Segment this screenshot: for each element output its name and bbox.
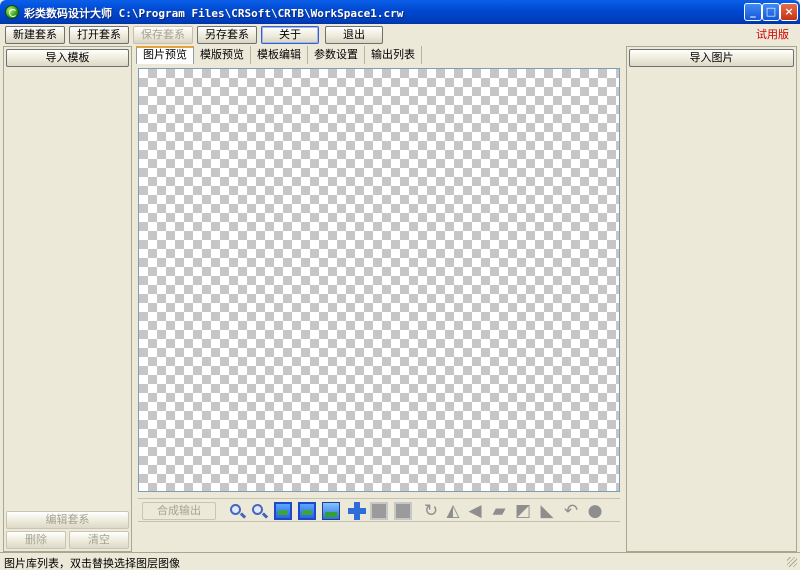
- tab-strip: 图片预览 模版预览 模板编辑 参数设置 输出列表: [136, 46, 422, 64]
- undo-icon[interactable]: ↶: [562, 502, 580, 520]
- import-image-button[interactable]: 导入图片: [629, 49, 794, 67]
- new-set-button[interactable]: 新建套系: [5, 26, 65, 44]
- tab-parameter-settings[interactable]: 参数设置: [308, 46, 365, 64]
- layer-properties-area: [138, 524, 620, 550]
- perspective-icon[interactable]: ◣: [538, 502, 556, 520]
- delete-template-button[interactable]: 删除: [6, 531, 66, 549]
- transparency-checkerboard: [139, 69, 619, 491]
- image-panel: 导入图片: [626, 46, 797, 552]
- actual-size-icon[interactable]: [322, 502, 340, 520]
- flip-vertical-icon[interactable]: ◀: [466, 502, 484, 520]
- save-set-button[interactable]: 保存套系: [133, 26, 193, 44]
- tab-template-preview[interactable]: 模版预览: [194, 46, 251, 64]
- window-title: 彩类数码设计大师 C:\Program Files\CRSoft\CRTB\Wo…: [24, 7, 404, 20]
- trial-badge: 试用版: [756, 28, 789, 41]
- tab-image-preview[interactable]: 图片预览: [136, 46, 194, 64]
- preview-toolbar: 合成输出 ↻ ◭ ◀ ▰ ◩ ◣ ↶ ●: [138, 498, 620, 522]
- skew-icon[interactable]: ◩: [514, 502, 532, 520]
- workspace: 图片预览 模版预览 模板编辑 参数设置 输出列表 合成输出 ↻ ◭ ◀ ▰ ◩ …: [134, 46, 624, 552]
- save-as-set-button[interactable]: 另存套系: [197, 26, 257, 44]
- preview-canvas[interactable]: [138, 68, 620, 492]
- maximize-button[interactable]: □: [762, 3, 780, 21]
- app-logo-icon: [5, 5, 19, 19]
- tab-template-edit[interactable]: 模板编辑: [251, 46, 308, 64]
- image-library-list[interactable]: [629, 71, 794, 549]
- layer-back-icon[interactable]: [394, 502, 412, 520]
- fit-window-icon[interactable]: [274, 502, 292, 520]
- compose-output-button[interactable]: 合成输出: [142, 502, 216, 520]
- layer-front-icon[interactable]: [370, 502, 388, 520]
- close-button[interactable]: ×: [780, 3, 798, 21]
- clear-templates-button[interactable]: 清空: [69, 531, 129, 549]
- move-icon[interactable]: [348, 502, 366, 520]
- status-text: 图片库列表，双击替换选择图层图像: [4, 557, 180, 570]
- warp-icon[interactable]: ▰: [490, 502, 508, 520]
- circle-mask-icon[interactable]: ●: [586, 502, 604, 520]
- import-template-button[interactable]: 导入模板: [6, 49, 129, 67]
- status-bar: 图片库列表，双击替换选择图层图像: [0, 552, 800, 570]
- edit-set-button[interactable]: 编辑套系: [6, 511, 129, 529]
- zoom-in-icon[interactable]: [230, 504, 241, 515]
- template-panel: 导入模板 编辑套系 删除 清空: [3, 46, 132, 552]
- minimize-button[interactable]: _: [744, 3, 762, 21]
- flip-horizontal-icon[interactable]: ◭: [444, 502, 462, 520]
- resize-grip[interactable]: [787, 557, 797, 567]
- open-set-button[interactable]: 打开套系: [69, 26, 129, 44]
- rotate-icon[interactable]: ↻: [422, 502, 440, 520]
- tab-output-list[interactable]: 输出列表: [365, 46, 422, 64]
- title-bar[interactable]: 彩类数码设计大师 C:\Program Files\CRSoft\CRTB\Wo…: [0, 0, 800, 24]
- template-list[interactable]: [6, 71, 129, 509]
- exit-button[interactable]: 退出: [325, 26, 383, 44]
- zoom-out-icon[interactable]: [252, 504, 263, 515]
- fit-width-icon[interactable]: [298, 502, 316, 520]
- about-button[interactable]: 关于: [261, 26, 319, 44]
